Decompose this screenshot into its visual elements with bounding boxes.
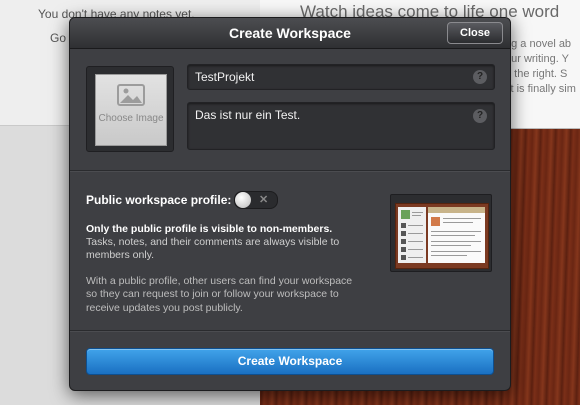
dialog-title: Create Workspace — [229, 25, 351, 41]
visibility-info-bold: Only the public profile is visible to no… — [86, 223, 333, 235]
public-profile-toggle[interactable]: ✕ — [234, 191, 278, 209]
dialog-titlebar: Create Workspace Close — [70, 18, 510, 49]
preview-sidebar — [398, 207, 426, 263]
picture-icon — [117, 84, 145, 106]
background-intro-line: ng a novel ab — [505, 38, 572, 50]
create-workspace-button[interactable]: Create Workspace — [86, 348, 494, 375]
divider — [70, 170, 510, 172]
background-intro-line: our writing. Y — [505, 53, 569, 65]
public-profile-info: With a public profile, other users can f… — [86, 275, 353, 314]
background-intro-line: n the right. S — [505, 68, 568, 80]
choose-image-frame: Choose Image — [86, 66, 174, 152]
workspace-name-input[interactable]: TestProjekt ? — [187, 64, 495, 90]
workspace-description-value: Das ist nur ein Test. — [195, 108, 301, 122]
toggle-off-icon: ✕ — [259, 194, 269, 206]
choose-image-label: Choose Image — [98, 113, 164, 124]
description-help-icon[interactable]: ? — [473, 109, 487, 123]
background-go-link: Go — [50, 31, 67, 45]
create-workspace-dialog: Create Workspace Close Choose Image Test… — [69, 17, 511, 391]
workspace-name-value: TestProjekt — [195, 70, 255, 84]
background-intro-line: kt is finally sim — [505, 83, 576, 95]
profile-preview-image — [390, 194, 492, 272]
preview-content — [428, 207, 485, 263]
workspace-description-input[interactable]: Das ist nur ein Test. ? — [187, 102, 495, 150]
divider — [70, 330, 510, 332]
preview-window — [395, 203, 489, 269]
visibility-info: Only the public profile is visible to no… — [86, 223, 362, 262]
toggle-knob — [235, 192, 251, 208]
close-button[interactable]: Close — [447, 22, 503, 44]
visibility-info-rest: Tasks, notes, and their comments are alw… — [86, 236, 340, 261]
public-profile-label: Public workspace profile: — [86, 193, 232, 207]
choose-image-button[interactable]: Choose Image — [95, 74, 167, 146]
name-help-icon[interactable]: ? — [473, 70, 487, 84]
